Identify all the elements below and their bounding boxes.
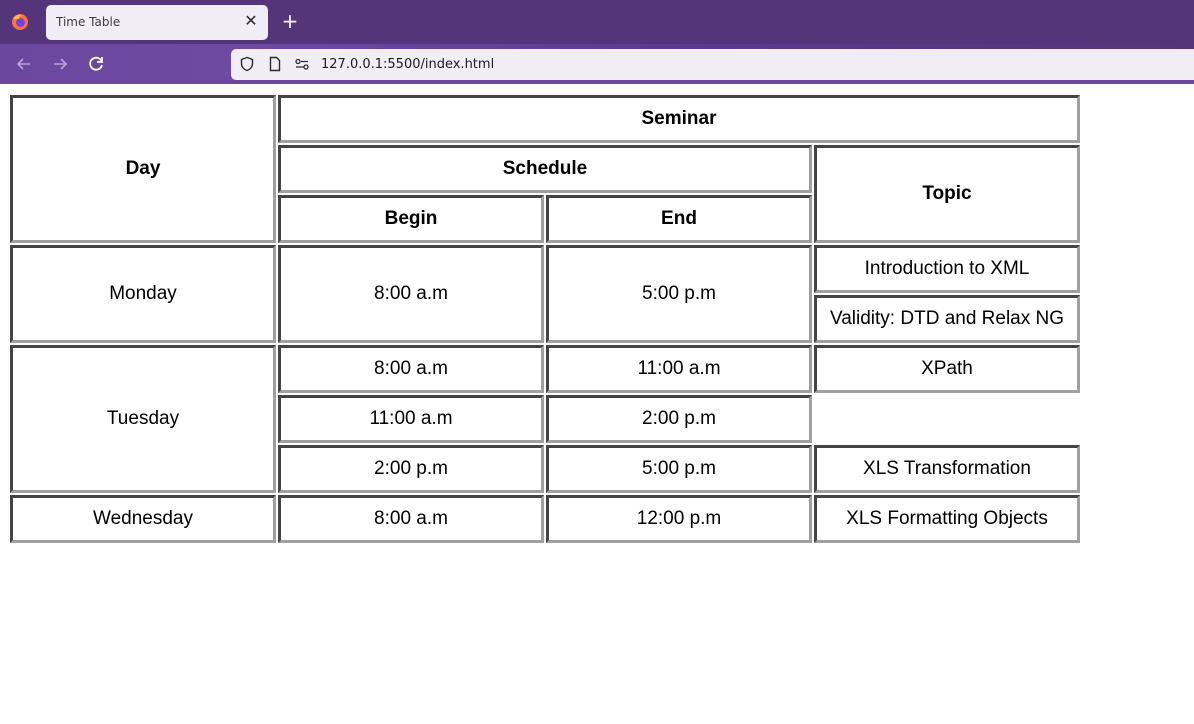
- back-arrow-icon[interactable]: [12, 52, 36, 76]
- header-begin: Begin: [278, 195, 544, 243]
- url-text[interactable]: 127.0.0.1:5500/index.html: [321, 57, 494, 72]
- header-topic: Topic: [814, 145, 1080, 243]
- reload-icon[interactable]: [84, 52, 108, 76]
- timetable: Day Seminar Schedule Topic Begin End Mon…: [8, 93, 1082, 545]
- begin-cell: 11:00 a.m: [278, 395, 544, 443]
- chrome-divider: [0, 80, 1194, 84]
- shield-icon[interactable]: [239, 56, 255, 72]
- page-content: Day Seminar Schedule Topic Begin End Mon…: [8, 93, 1082, 545]
- new-tab-button[interactable]: +: [280, 11, 300, 31]
- header-seminar: Seminar: [278, 95, 1080, 143]
- header-day: Day: [10, 95, 276, 243]
- begin-cell: 8:00 a.m: [278, 495, 544, 543]
- end-cell: 5:00 p.m: [546, 445, 812, 493]
- header-schedule: Schedule: [278, 145, 812, 193]
- day-cell: Monday: [10, 245, 276, 343]
- topic-cell: XLS Transformation: [814, 445, 1080, 493]
- empty-cell: [814, 395, 1080, 443]
- topic-cell: XPath: [814, 345, 1080, 393]
- active-tab[interactable]: Time Table ✕: [46, 5, 268, 40]
- day-cell: Wednesday: [10, 495, 276, 543]
- begin-cell: 8:00 a.m: [278, 345, 544, 393]
- begin-cell: 8:00 a.m: [278, 245, 544, 343]
- address-bar[interactable]: 127.0.0.1:5500/index.html: [231, 49, 1194, 80]
- header-end: End: [546, 195, 812, 243]
- permissions-icon[interactable]: [294, 56, 310, 72]
- topic-cell: Introduction to XML: [814, 245, 1080, 293]
- browser-nav-bar: 127.0.0.1:5500/index.html: [0, 44, 1194, 84]
- end-cell: 5:00 p.m: [546, 245, 812, 343]
- table-row: Wednesday 8:00 a.m 12:00 p.m XLS Formatt…: [10, 495, 1080, 543]
- close-tab-icon[interactable]: ✕: [242, 12, 260, 30]
- table-row: Tuesday 8:00 a.m 11:00 a.m XPath: [10, 345, 1080, 493]
- topic-cell: XLS Formatting Objects: [814, 495, 1080, 543]
- end-cell: 11:00 a.m: [546, 345, 812, 393]
- table-row: Monday 8:00 a.m 5:00 p.m Introduction to…: [10, 245, 1080, 343]
- firefox-logo-icon[interactable]: [10, 12, 30, 32]
- table-row: Day Seminar: [10, 95, 1080, 243]
- end-cell: 2:00 p.m: [546, 395, 812, 443]
- begin-cell: 2:00 p.m: [278, 445, 544, 493]
- forward-arrow-icon[interactable]: [48, 52, 72, 76]
- tab-title: Time Table: [56, 15, 121, 29]
- browser-tab-bar: Time Table ✕ +: [0, 0, 1194, 44]
- page-icon[interactable]: [267, 56, 283, 72]
- end-cell: 12:00 p.m: [546, 495, 812, 543]
- day-cell: Tuesday: [10, 345, 276, 493]
- topic-cell: Validity: DTD and Relax NG: [814, 295, 1080, 343]
